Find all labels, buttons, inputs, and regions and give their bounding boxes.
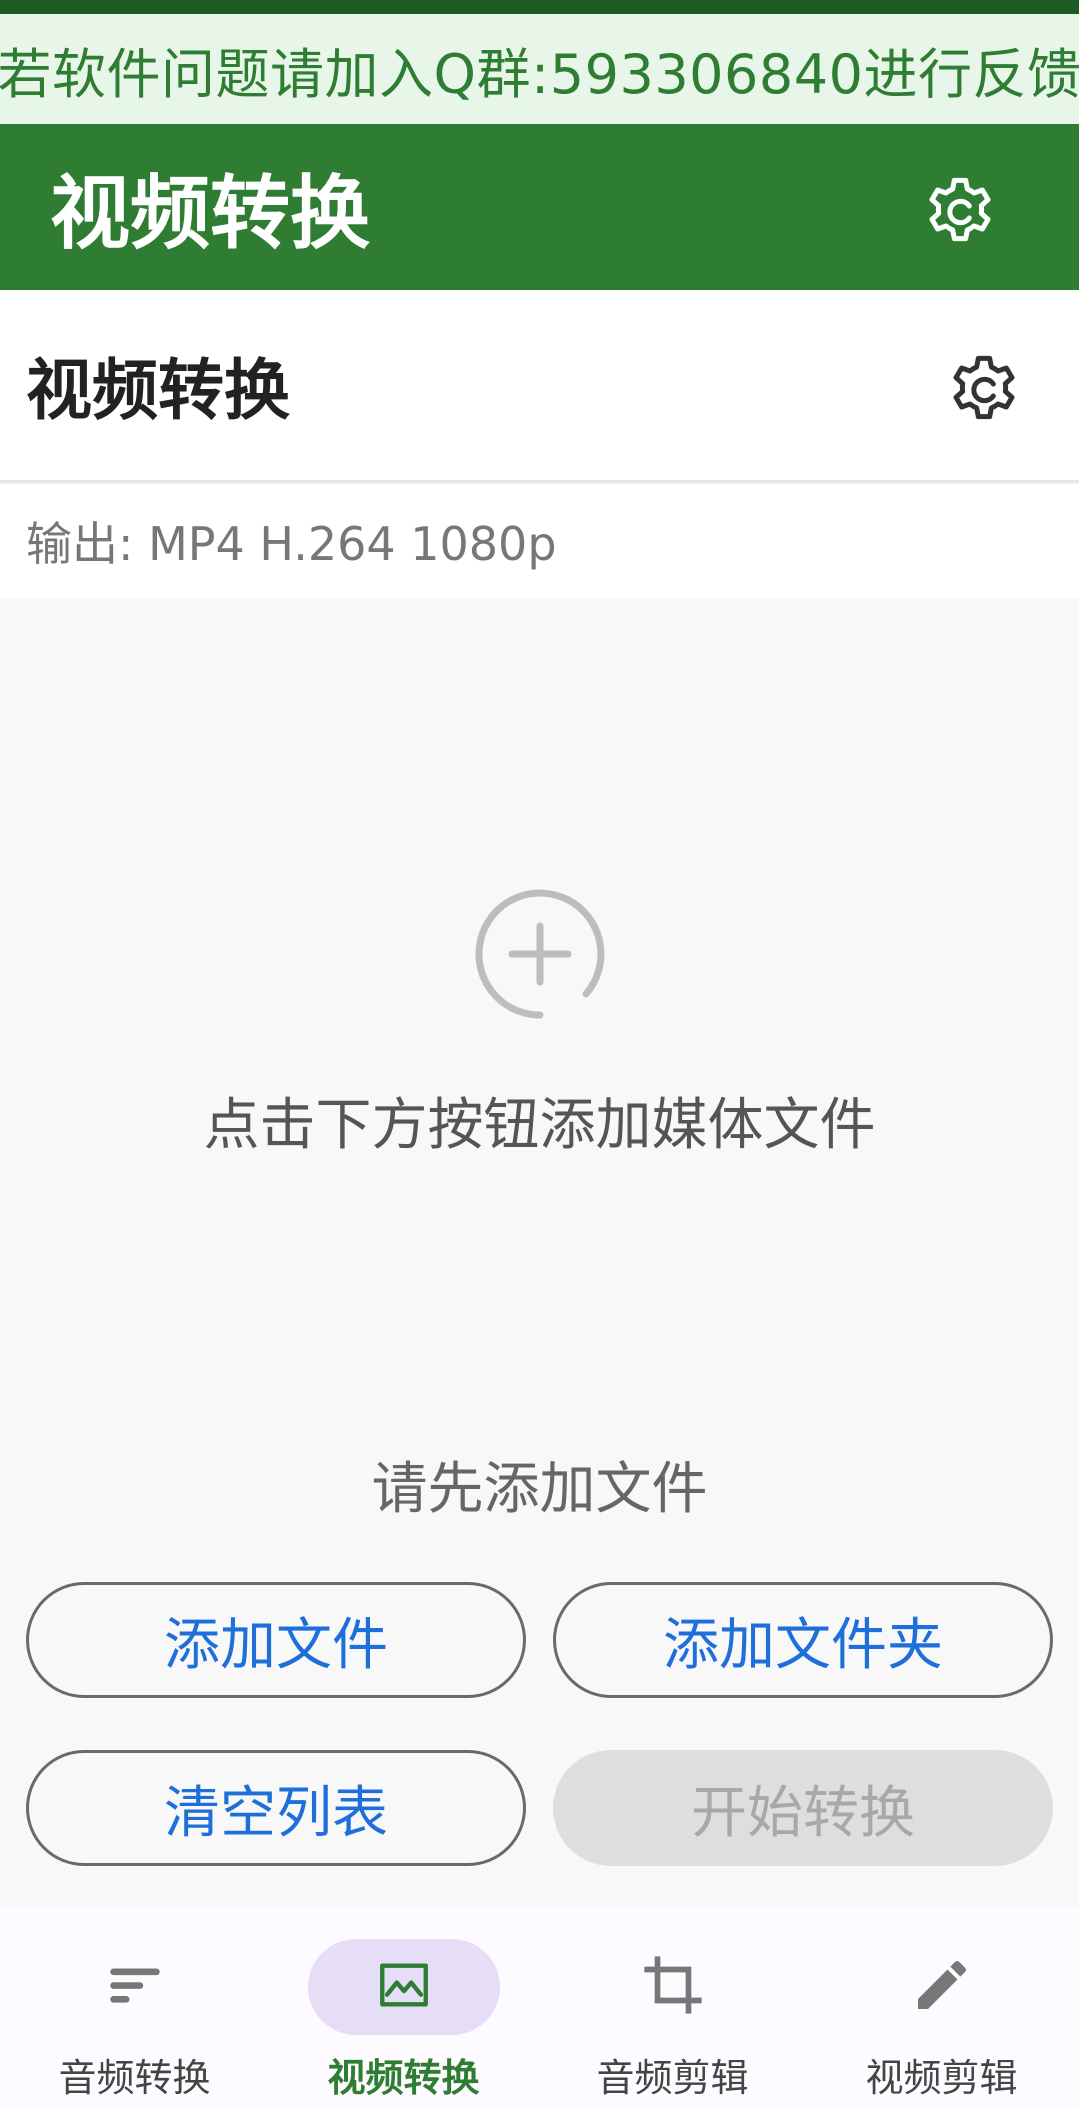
add-file-button[interactable]: 添加文件 (26, 1582, 526, 1698)
bottom-nav: 音频转换 视频转换 音频剪辑 视频剪辑 (0, 1906, 1079, 2108)
output-format-row[interactable]: 输出: MP4 H.264 1080p (0, 484, 1079, 598)
start-convert-button[interactable]: 开始转换 (553, 1750, 1053, 1866)
status-hint: 请先添加文件 (371, 1456, 708, 1522)
clear-list-button[interactable]: 清空列表 (26, 1750, 526, 1866)
sort-lines-icon (102, 1952, 168, 2022)
nav-pill (577, 1939, 769, 2035)
nav-pill (307, 1939, 500, 2035)
empty-hint: 点击下方按钮添加媒体文件 (203, 1092, 876, 1158)
nav-label: 音频剪辑 (596, 2055, 749, 2100)
nav-label: 视频剪辑 (865, 2055, 1018, 2100)
status-strip (0, 0, 1079, 14)
image-icon (375, 1956, 433, 2018)
gear-sync-icon[interactable] (914, 166, 1006, 258)
notice-text: 若软件问题请加入Q群:593306840进行反馈 (0, 42, 1079, 106)
gear-sync-icon[interactable] (938, 344, 1030, 436)
nav-pill (846, 1939, 1038, 2035)
media-list-empty (0, 598, 1079, 1906)
nav-pill (39, 1939, 231, 2035)
nav-label: 音频转换 (58, 2055, 211, 2100)
nav-label: 视频转换 (327, 2055, 480, 2100)
crop-icon (642, 1954, 704, 2020)
notice-banner: 若软件问题请加入Q群:593306840进行反馈 (0, 14, 1079, 124)
nav-item-video-edit[interactable]: 视频剪辑 (807, 1906, 1076, 2108)
section-header: 视频转换 (0, 290, 1079, 482)
app-title: 视频转换 (50, 167, 370, 260)
pencil-icon (910, 1953, 974, 2021)
nav-item-audio-edit[interactable]: 音频剪辑 (538, 1906, 807, 2108)
section-title: 视频转换 (26, 352, 290, 429)
nav-item-audio-convert[interactable]: 音频转换 (0, 1906, 269, 2108)
nav-item-video-convert[interactable]: 视频转换 (269, 1906, 538, 2108)
add-folder-button[interactable]: 添加文件夹 (553, 1582, 1053, 1698)
output-format-label: 输出: MP4 H.264 1080p (26, 517, 557, 571)
add-circle-icon[interactable] (474, 888, 606, 1020)
